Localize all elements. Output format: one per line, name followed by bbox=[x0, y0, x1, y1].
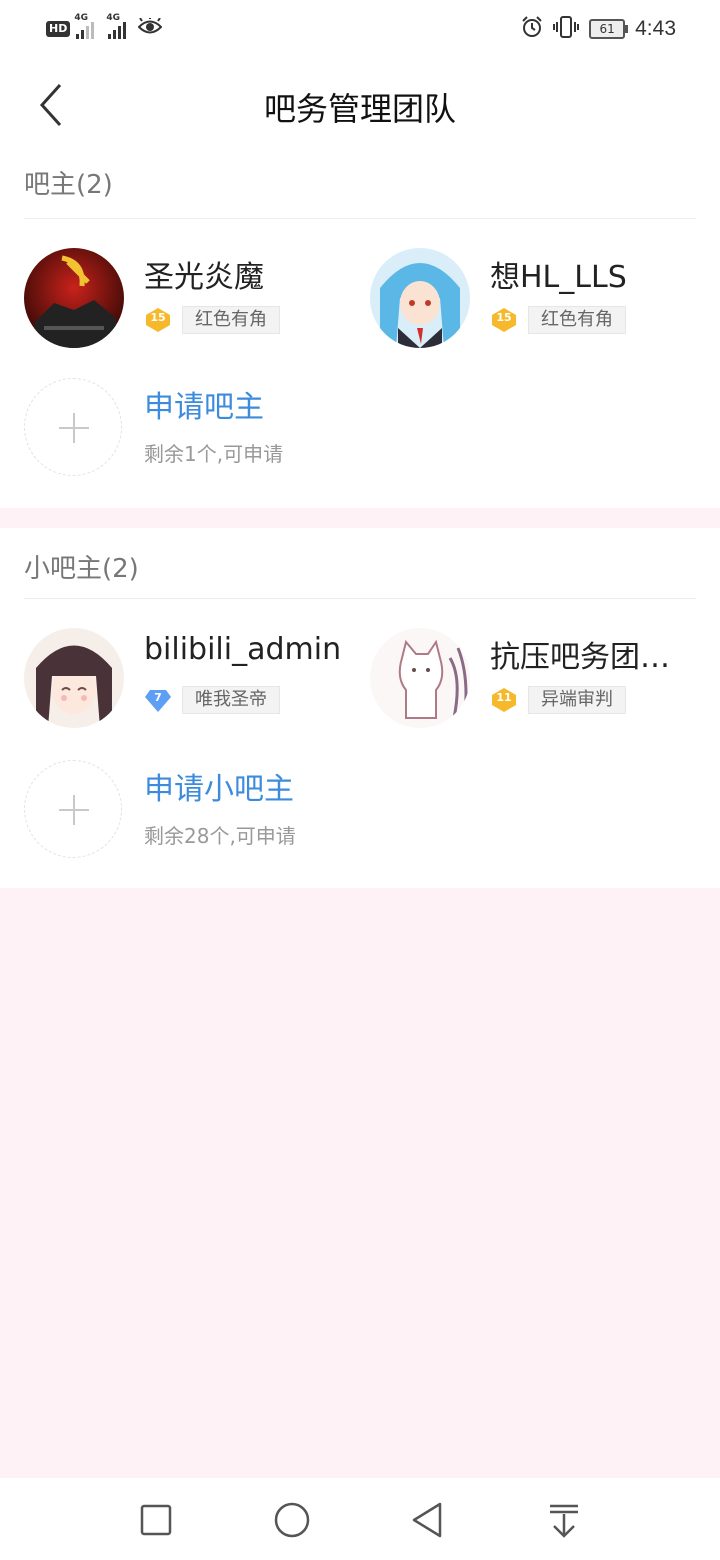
member-name: bilibili_admin bbox=[144, 632, 342, 667]
apply-label: 申请小吧主 bbox=[144, 772, 294, 807]
divider bbox=[24, 218, 696, 219]
notification-drawer-button[interactable] bbox=[542, 1498, 586, 1542]
status-right: 61 4:43 bbox=[521, 16, 676, 42]
member-title-tag: 异端审判 bbox=[528, 686, 626, 714]
circle-icon bbox=[274, 1502, 310, 1538]
apply-remaining: 剩余28个,可申请 bbox=[144, 824, 296, 848]
vibrate-icon bbox=[553, 16, 580, 42]
avatar[interactable] bbox=[24, 248, 124, 348]
avatar-hammer-sickle-icon bbox=[24, 248, 124, 348]
page-title: 吧务管理团队 bbox=[263, 90, 456, 128]
status-left: HD 4G 4G bbox=[46, 13, 163, 40]
level-badge-icon: 11 bbox=[490, 686, 518, 714]
status-bar: HD 4G 4G 61 4:43 bbox=[0, 0, 720, 60]
member-title-tag: 红色有角 bbox=[182, 306, 280, 334]
member-title-tag: 红色有角 bbox=[528, 306, 626, 334]
member-name: 想HL_LLS bbox=[490, 260, 627, 295]
level-badge-icon: 15 bbox=[490, 306, 518, 334]
battery-icon: 61 bbox=[589, 19, 629, 39]
signal-icon: 4G bbox=[74, 13, 95, 39]
pull-down-icon bbox=[550, 1504, 578, 1538]
back-nav-button[interactable] bbox=[406, 1498, 450, 1542]
apply-assistant-button[interactable]: 申请小吧主 剩余28个,可申请 bbox=[24, 760, 524, 862]
avatar-anime-girl-brown-hair-icon bbox=[24, 628, 124, 728]
avatar-cat-sketch-icon bbox=[370, 628, 470, 728]
avatar-anime-girl-blue-hair-icon bbox=[370, 248, 470, 348]
avatar[interactable] bbox=[370, 248, 470, 348]
member-card[interactable]: bilibili_admin 7 唯我圣帝 bbox=[24, 628, 364, 738]
avatar[interactable] bbox=[370, 628, 470, 728]
square-icon bbox=[140, 1504, 172, 1536]
recents-button[interactable] bbox=[134, 1498, 178, 1542]
avatar[interactable] bbox=[24, 628, 124, 728]
home-button[interactable] bbox=[270, 1498, 314, 1542]
system-nav-bar bbox=[0, 1478, 720, 1560]
member-name: 抗压吧务团… bbox=[490, 640, 670, 675]
owners-section: 吧主(2) 圣光炎魔 15 红色有角 想HL_LLS 15 红色有角 申请吧主 … bbox=[0, 154, 720, 508]
section-header: 吧主(2) bbox=[24, 170, 113, 200]
section-header: 小吧主(2) bbox=[24, 554, 139, 584]
eye-icon bbox=[137, 16, 163, 40]
plus-icon bbox=[24, 760, 122, 858]
alarm-icon bbox=[521, 16, 543, 42]
hd-icon: HD bbox=[46, 21, 71, 37]
member-card[interactable]: 圣光炎魔 15 红色有角 bbox=[24, 248, 364, 358]
level-badge-icon: 15 bbox=[144, 306, 172, 334]
member-name: 圣光炎魔 bbox=[144, 260, 264, 295]
plus-icon bbox=[24, 378, 122, 476]
triangle-left-icon bbox=[412, 1502, 442, 1538]
member-card[interactable]: 想HL_LLS 15 红色有角 bbox=[370, 248, 710, 358]
clock-time: 4:43 bbox=[635, 17, 676, 40]
nav-header: 吧务管理团队 bbox=[0, 60, 720, 154]
member-title-tag: 唯我圣帝 bbox=[182, 686, 280, 714]
member-card[interactable]: 抗压吧务团… 11 异端审判 bbox=[370, 628, 710, 738]
assistants-section: 小吧主(2) bilibili_admin 7 唯我圣帝 抗压吧务团… 11 异… bbox=[0, 528, 720, 888]
divider bbox=[24, 598, 696, 599]
apply-label: 申请吧主 bbox=[144, 390, 264, 425]
signal-icon-2: 4G bbox=[106, 13, 127, 39]
level-badge-icon: 7 bbox=[144, 686, 172, 714]
apply-owner-button[interactable]: 申请吧主 剩余1个,可申请 bbox=[24, 378, 524, 480]
apply-remaining: 剩余1个,可申请 bbox=[144, 442, 284, 466]
